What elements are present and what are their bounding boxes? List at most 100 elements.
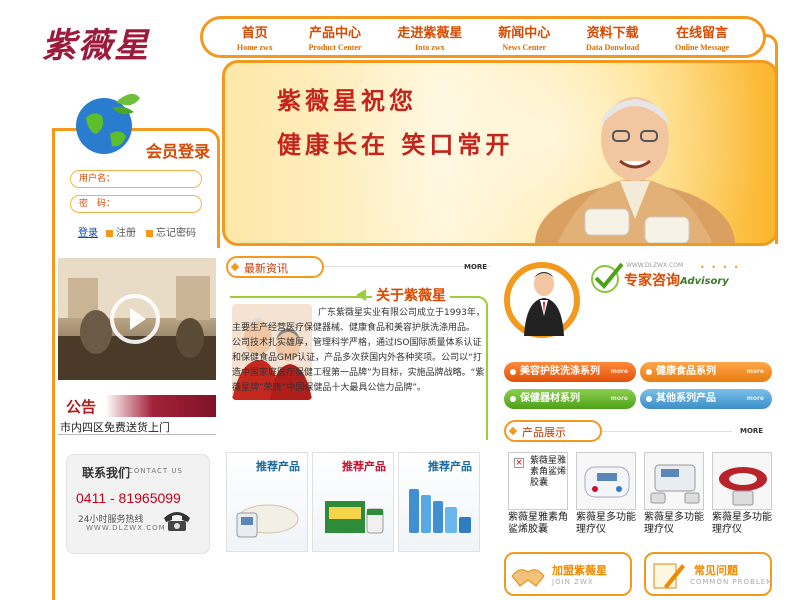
therapy-device-image (719, 467, 767, 506)
nav-sublabel: Data Donwload (586, 43, 640, 52)
nav-label: 在线留言 (676, 26, 729, 41)
member-login-title: 会员登录 (146, 142, 211, 161)
nav-label: 新闻中心 (498, 26, 551, 41)
skincare-set-image (409, 489, 471, 533)
login-link[interactable]: 登录 (78, 224, 98, 239)
advisory-title-en: Advisory (680, 276, 729, 287)
category-more: more (610, 368, 628, 375)
decorative-dots: • • • • (700, 263, 741, 272)
image-alt-text: 紫薇星雅素角鲨烯胶囊 (530, 456, 567, 488)
recommend-label: 推荐产品 (342, 460, 386, 473)
category-beauty-button[interactable]: 美容护肤洗涤系列 more (504, 362, 636, 382)
category-more: more (746, 395, 764, 402)
about-title: 关于紫薇星 (372, 285, 450, 305)
advisor-person-image (524, 272, 564, 336)
category-label: 其他系列产品 (656, 393, 716, 404)
site-logo[interactable]: 紫薇星 (42, 18, 150, 67)
advisory-title[interactable]: 专家咨询 (624, 270, 680, 290)
password-field[interactable]: 密 码： (70, 195, 202, 213)
product-name[interactable]: 紫薇星多功能理疗仪 (712, 512, 780, 536)
contact-title-en: CONTACT US (128, 467, 183, 475)
nav-item-news[interactable]: 新闻中心 News Center (498, 22, 550, 52)
news-more-link[interactable]: MORE (464, 263, 487, 271)
nav-item-home[interactable]: 首页 Home zwx (237, 22, 273, 52)
product-name[interactable]: 紫薇星多功能理疗仪 (576, 512, 644, 536)
faq-label-en: COMMON PROBLEM (690, 578, 774, 586)
nav-sublabel: News Center (502, 43, 547, 52)
notice-text[interactable]: 市内四区免费送货上门 (60, 419, 170, 435)
category-equipment-button[interactable]: 保健器材系列 more (504, 389, 636, 409)
smiling-elder-image (535, 97, 735, 243)
arrow-left-icon (356, 289, 366, 301)
product-thumbnail[interactable] (576, 452, 636, 510)
join-label: 加盟紫薇星 (552, 564, 607, 577)
bullet-icon (646, 396, 652, 402)
arrow-icon (146, 229, 153, 237)
globe-icon (76, 93, 140, 154)
product-thumbnail[interactable] (712, 452, 772, 510)
category-label: 健康食品系列 (656, 366, 716, 377)
recommend-label: 推荐产品 (256, 460, 300, 473)
product-name[interactable]: 紫薇星雅素角鲨烯胶囊 (508, 512, 576, 536)
pencil-note-icon (653, 563, 685, 589)
therapy-device-image (650, 464, 700, 504)
nav-label: 资料下载 (586, 26, 639, 41)
notice-title: 公告 (66, 398, 97, 416)
category-food-button[interactable]: 健康食品系列 more (640, 362, 772, 382)
join-label-en: JOIN ZWX (552, 578, 594, 586)
banner-headline: 紫薇星祝您 (277, 86, 417, 115)
nav-sublabel: Home zwx (236, 43, 273, 52)
health-food-image (325, 501, 384, 534)
nav-sublabel: Online Message (675, 43, 730, 52)
hero-banner: 紫薇星祝您 健康长在 笑口常开 (222, 60, 778, 246)
forgot-password-link[interactable]: 忘记密码 (146, 224, 196, 239)
showcase-divider (602, 431, 732, 432)
main-nav: 首页 Home zwx 产品中心 Product Center 走进紫薇星 In… (200, 16, 766, 58)
nav-item-download[interactable]: 资料下载 Data Donwload (586, 22, 639, 52)
product-showcase-title: 产品展示 (522, 426, 566, 439)
handshake-icon (511, 569, 545, 587)
category-more: more (746, 368, 764, 375)
telephone-icon (164, 512, 190, 531)
category-other-button[interactable]: 其他系列产品 more (640, 389, 772, 409)
register-label: 注册 (116, 228, 136, 239)
bullet-icon (646, 369, 652, 375)
nav-sublabel: Into zwx (415, 43, 445, 52)
category-label: 保健器材系列 (520, 393, 580, 404)
nav-item-about[interactable]: 走进紫薇星 Into zwx (397, 22, 462, 52)
broken-image-icon: × (514, 458, 524, 468)
bullet-icon (510, 369, 516, 375)
belt-device-image (236, 504, 299, 538)
username-field[interactable]: 用户名： (70, 170, 202, 188)
faq-label: 常见问题 (694, 564, 738, 577)
nav-label: 首页 (241, 26, 268, 41)
nav-label: 走进紫薇星 (397, 26, 463, 41)
checkmark-icon (591, 262, 624, 293)
category-more: more (610, 395, 628, 402)
showcase-more-link[interactable]: MORE (740, 427, 763, 435)
nav-frame-corner (764, 34, 778, 244)
latest-news-title: 最新资讯 (244, 262, 288, 275)
play-icon (130, 308, 146, 330)
therapy-device-image (584, 466, 630, 498)
banner-slogan: 健康长在 笑口常开 (277, 130, 514, 159)
about-description: 广东紫薇星实业有限公司成立于1993年，主要生产经营医疗保健器械、健康食品和美容… (232, 306, 488, 396)
bullet-icon (510, 396, 516, 402)
nav-item-products[interactable]: 产品中心 Product Center (309, 22, 362, 52)
advisory-url: WWW.DLZWX.COM (626, 262, 684, 269)
forgot-label: 忘记密码 (156, 228, 196, 239)
product-name[interactable]: 紫薇星多功能理疗仪 (644, 512, 712, 536)
about-body: 广东紫薇星实业有限公司成立于1993年，主要生产经营医疗保健器械、健康食品和美容… (232, 308, 485, 393)
product-thumbnail[interactable] (644, 452, 704, 510)
arrow-icon (106, 229, 113, 237)
nav-label: 产品中心 (309, 26, 362, 41)
nav-sublabel: Product Center (308, 43, 362, 52)
recommend-label: 推荐产品 (428, 460, 472, 473)
register-link[interactable]: 注册 (106, 224, 136, 239)
website-url: WWW.DLZWX.COM (86, 524, 166, 532)
contact-phone: 0411 - 81965099 (76, 490, 181, 506)
nav-item-message[interactable]: 在线留言 Online Message (675, 22, 729, 52)
contact-title: 联系我们 (82, 466, 131, 480)
category-label: 美容护肤洗涤系列 (520, 366, 600, 377)
notice-divider (58, 434, 216, 435)
